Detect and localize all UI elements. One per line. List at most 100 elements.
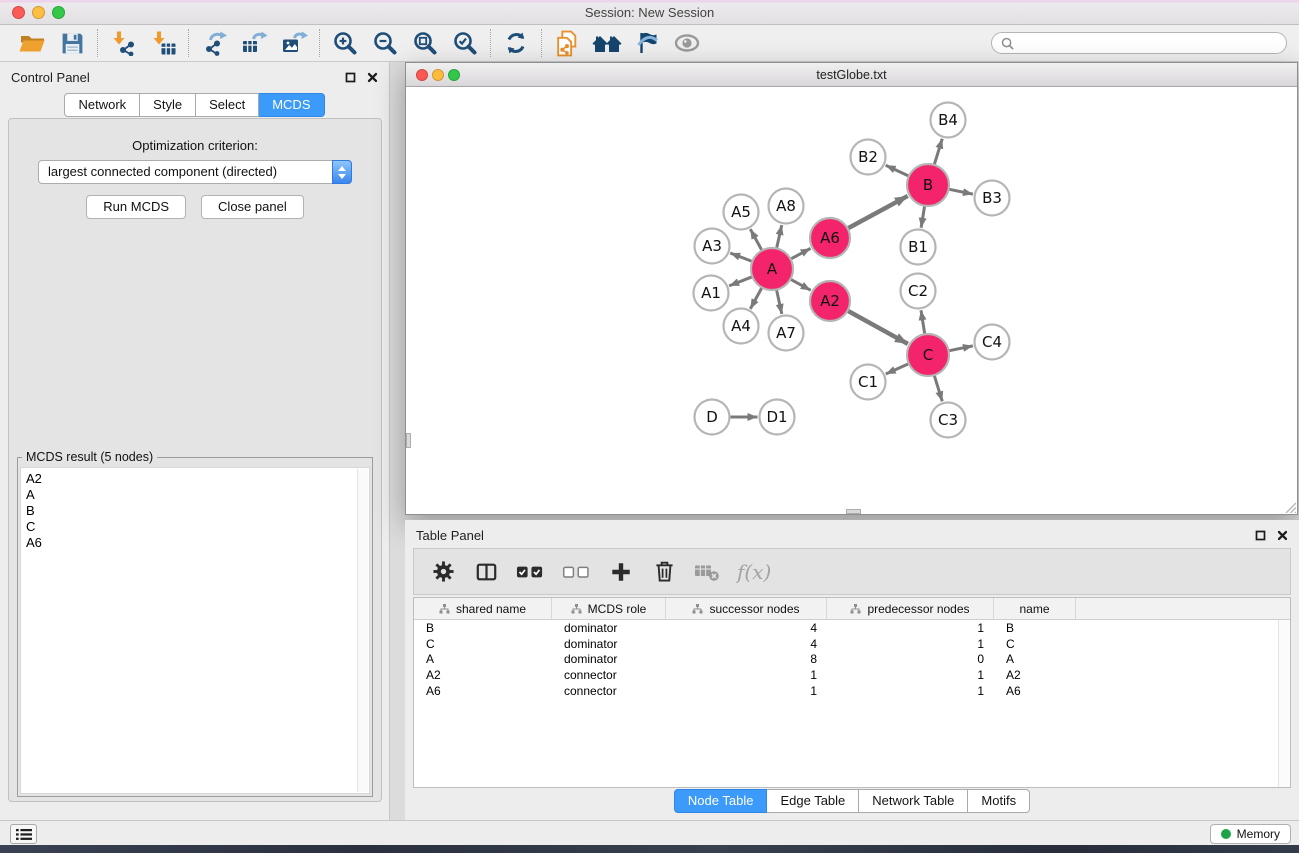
graph-node-label: C2: [908, 282, 928, 300]
network-canvas[interactable]: AA6A2BCA5A8A3A1A4A7B2B4B3B1C2C4C1C3DD1: [406, 87, 1297, 514]
close-panel-icon[interactable]: [367, 72, 378, 83]
network-zoom-button[interactable]: [448, 69, 460, 81]
table-settings-button[interactable]: [430, 557, 456, 587]
tab-network-table[interactable]: Network Table: [859, 789, 968, 813]
column-header-MCDS-role[interactable]: MCDS role: [552, 598, 666, 619]
table-scrollbar[interactable]: [1278, 620, 1290, 787]
network-hscroll-thumb[interactable]: [846, 509, 861, 514]
deselect-all-button[interactable]: [562, 557, 591, 587]
graph-edge-A2-C[interactable]: [848, 311, 908, 344]
home-layout-button[interactable]: [587, 27, 627, 60]
network-from-file-button[interactable]: [547, 27, 587, 60]
export-network-button[interactable]: [194, 27, 234, 60]
tab-select[interactable]: Select: [196, 93, 259, 117]
graph-edge-A-A7[interactable]: [776, 290, 781, 314]
eye-icon: [673, 33, 701, 53]
close-panel-button[interactable]: Close panel: [201, 195, 304, 219]
delete-column-button[interactable]: [651, 557, 677, 587]
table-row[interactable]: Bdominator41B: [414, 620, 1290, 636]
minimize-window-button[interactable]: [32, 6, 45, 19]
graph-edge-C-C2[interactable]: [921, 310, 925, 334]
import-table-button[interactable]: [143, 27, 183, 60]
tab-mcds[interactable]: MCDS: [259, 93, 324, 117]
result-scrollbar[interactable]: [357, 469, 368, 792]
zoom-selected-button[interactable]: [445, 27, 485, 60]
float-table-panel-icon[interactable]: [1255, 530, 1266, 541]
export-image-button[interactable]: [274, 27, 314, 60]
graph-edge-B-B4[interactable]: [934, 139, 942, 165]
graph-edge-A-A4[interactable]: [750, 287, 762, 308]
export-table-button[interactable]: [234, 27, 274, 60]
graph-edge-A-A3[interactable]: [730, 253, 752, 262]
table-row[interactable]: Adominator80A: [414, 652, 1290, 668]
graph-edge-B-B1[interactable]: [921, 206, 925, 228]
refresh-button[interactable]: [496, 27, 536, 60]
close-table-panel-icon[interactable]: [1277, 530, 1288, 541]
network-close-button[interactable]: [416, 69, 428, 81]
search-input[interactable]: [1019, 36, 1277, 50]
run-mcds-button[interactable]: Run MCDS: [86, 195, 186, 219]
memory-button[interactable]: Memory: [1210, 824, 1291, 844]
network-graph[interactable]: AA6A2BCA5A8A3A1A4A7B2B4B3B1C2C4C1C3DD1: [406, 87, 1296, 511]
tab-edge-table[interactable]: Edge Table: [767, 789, 859, 813]
import-network-button[interactable]: [103, 27, 143, 60]
graph-edge-C-C3[interactable]: [934, 375, 942, 401]
tab-motifs[interactable]: Motifs: [968, 789, 1030, 813]
resize-grip-icon[interactable]: [1283, 500, 1296, 513]
search-field[interactable]: [991, 32, 1287, 54]
table-panel-title: Table Panel: [416, 528, 484, 543]
function-builder-button[interactable]: f(x): [737, 557, 771, 587]
columns-icon: [475, 561, 498, 583]
graph-edge-B-B3[interactable]: [949, 189, 973, 194]
zoom-out-button[interactable]: [365, 27, 405, 60]
mcds-result-list: A2ABCA6: [22, 469, 356, 792]
open-session-button[interactable]: [12, 27, 52, 60]
graphics-details-button[interactable]: [627, 27, 667, 60]
tab-style[interactable]: Style: [140, 93, 196, 117]
zoom-window-button[interactable]: [52, 6, 65, 19]
add-column-button[interactable]: [608, 557, 634, 587]
column-type-icon: [571, 604, 582, 614]
tab-node-table[interactable]: Node Table: [674, 789, 768, 813]
delete-table-button[interactable]: [694, 557, 720, 587]
result-item-b[interactable]: B: [26, 503, 356, 519]
graph-edge-A-A5[interactable]: [750, 229, 762, 250]
graph-edge-A-A1[interactable]: [729, 277, 752, 286]
export-network-icon: [201, 30, 228, 56]
graph-edge-A-A2[interactable]: [790, 279, 810, 290]
graph-edge-A-A6[interactable]: [791, 248, 811, 259]
graph-edge-A-A8[interactable]: [777, 225, 782, 248]
result-item-a2[interactable]: A2: [26, 471, 356, 487]
optimization-dropdown[interactable]: largest connected component (directed): [38, 160, 352, 184]
graph-edge-B-B2[interactable]: [886, 165, 909, 176]
optimization-label: Optimization criterion:: [9, 119, 381, 153]
session-title: Session: New Session: [0, 0, 1299, 25]
result-item-a[interactable]: A: [26, 487, 356, 503]
graph-edge-C-C4[interactable]: [949, 346, 973, 351]
zoom-in-button[interactable]: [325, 27, 365, 60]
table-row[interactable]: Cdominator41C: [414, 636, 1290, 652]
table-row[interactable]: A2connector11A2: [414, 667, 1290, 683]
zoom-fit-button[interactable]: [405, 27, 445, 60]
save-session-button[interactable]: [52, 27, 92, 60]
result-item-c[interactable]: C: [26, 519, 356, 535]
close-window-button[interactable]: [12, 6, 25, 19]
select-all-button[interactable]: [516, 557, 545, 587]
network-minimize-button[interactable]: [432, 69, 444, 81]
float-panel-icon[interactable]: [345, 72, 356, 83]
table-cell: dominator: [552, 637, 666, 651]
graph-edge-C-C1[interactable]: [886, 364, 909, 374]
column-visibility-button[interactable]: [473, 557, 499, 587]
column-header-successor-nodes[interactable]: successor nodes: [666, 598, 827, 619]
network-vscroll-thumb[interactable]: [406, 433, 411, 448]
tab-network[interactable]: Network: [64, 93, 140, 117]
column-header-predecessor-nodes[interactable]: predecessor nodes: [827, 598, 994, 619]
table-row[interactable]: A6connector11A6: [414, 683, 1290, 699]
show-hide-button[interactable]: [667, 27, 707, 60]
result-item-a6[interactable]: A6: [26, 535, 356, 551]
column-header-name[interactable]: name: [994, 598, 1076, 619]
task-history-button[interactable]: [10, 824, 37, 844]
open-folder-icon: [18, 30, 46, 56]
graph-edge-A6-B[interactable]: [848, 196, 908, 229]
column-header-shared-name[interactable]: shared name: [414, 598, 552, 619]
